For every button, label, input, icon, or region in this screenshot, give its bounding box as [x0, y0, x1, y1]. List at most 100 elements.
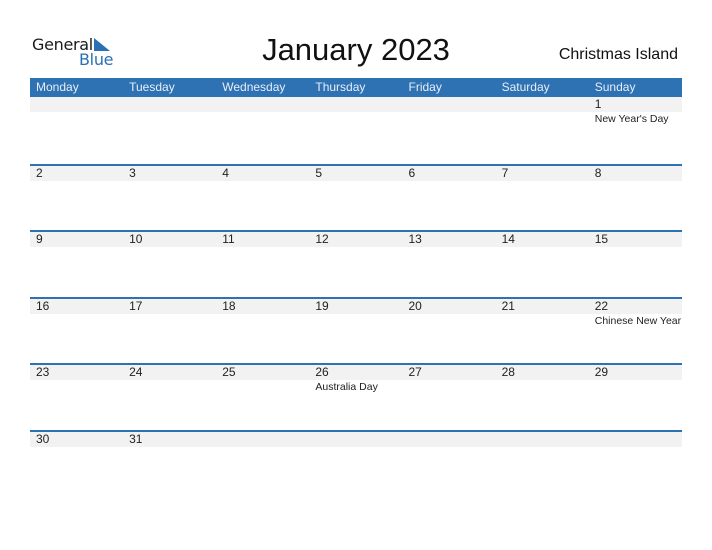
day-cell: 2 [30, 166, 123, 181]
day-number: 11 [222, 232, 235, 247]
day-number: 22 [594, 298, 609, 313]
day-number: 20 [408, 298, 422, 313]
holiday-label: New Year's Day [594, 113, 669, 125]
day-number: 1 [594, 97, 602, 111]
day-cell: 18 [216, 299, 309, 327]
day-cell: 29 [589, 365, 682, 393]
day-cell: 6 [403, 166, 496, 181]
day-number [409, 432, 496, 447]
holiday-label: Australia Day [315, 381, 378, 394]
day-cell: 16 [30, 299, 123, 327]
day-cell: 3 [123, 166, 216, 181]
day-cell: 14 [496, 232, 589, 247]
week-row: 2 3 4 5 6 7 8 [30, 163, 682, 231]
day-number [129, 97, 216, 112]
day-cell: 20 [403, 299, 496, 327]
day-cell: 19 [309, 299, 402, 327]
day-number: 27 [408, 365, 422, 380]
week-row: 23 24 25 26 Australia Day 27 28 29 [30, 363, 682, 430]
day-number [315, 97, 402, 112]
day-number: 10 [129, 232, 143, 247]
day-number: 4 [222, 165, 229, 180]
week-cells: 30 31 [30, 432, 682, 447]
day-cell: 15 [589, 232, 682, 247]
day-number: 3 [129, 165, 136, 180]
week-row: 16 17 18 19 20 21 22 Chinese New Year [30, 296, 682, 364]
weekday-friday: Friday [408, 80, 442, 94]
day-number [502, 432, 589, 447]
week-row: 1 New Year's Day [30, 97, 682, 164]
day-number: 8 [594, 165, 602, 180]
day-cell: 9 [30, 232, 123, 247]
country-label: Christmas Island [558, 46, 678, 63]
weekday-thursday: Thursday [315, 80, 366, 94]
day-number [222, 432, 309, 447]
day-cell [403, 432, 496, 447]
weekday-wednesday: Wednesday [222, 80, 286, 94]
day-number: 25 [222, 365, 236, 380]
day-cell: 30 [30, 432, 123, 447]
day-number: 18 [222, 298, 236, 313]
week-cells: 16 17 18 19 20 21 22 Chinese New Year [30, 299, 682, 327]
day-number: 9 [36, 232, 43, 247]
day-number: 24 [129, 365, 143, 380]
weekday-header: Monday Tuesday Wednesday Thursday Friday… [30, 78, 682, 97]
day-number: 23 [36, 365, 50, 380]
day-number: 19 [315, 298, 329, 313]
day-cell [589, 432, 682, 447]
day-cell [216, 97, 309, 125]
day-cell: 21 [496, 299, 589, 327]
day-cell: 26 Australia Day [309, 365, 402, 393]
week-row: 30 31 [30, 429, 682, 497]
day-number [315, 432, 402, 447]
week-cells: 1 New Year's Day [30, 97, 682, 125]
weekday-tuesday: Tuesday [129, 80, 175, 94]
day-number: 12 [315, 232, 329, 247]
day-cell: 11 [216, 232, 309, 247]
day-number: 17 [129, 298, 143, 313]
day-number: 5 [315, 165, 323, 180]
day-cell: 8 [589, 166, 682, 181]
day-number [222, 97, 309, 112]
day-number: 16 [36, 298, 50, 313]
day-cell [309, 97, 402, 125]
day-cell: 7 [496, 166, 589, 181]
day-cell: 24 [123, 365, 216, 393]
day-number: 14 [501, 232, 515, 247]
day-cell: 1 New Year's Day [589, 97, 682, 125]
day-cell [403, 97, 496, 125]
day-cell: 31 [123, 432, 216, 447]
day-number: 31 [129, 431, 143, 446]
day-cell: 12 [309, 232, 402, 247]
week-cells: 23 24 25 26 Australia Day 27 28 29 [30, 365, 682, 393]
day-number: 29 [594, 365, 609, 380]
day-cell: 4 [216, 166, 309, 181]
day-number [595, 432, 682, 447]
day-number: 28 [501, 365, 515, 380]
week-cells: 2 3 4 5 6 7 8 [30, 166, 682, 181]
day-cell [216, 432, 309, 447]
day-number [502, 97, 589, 112]
day-cell: 13 [403, 232, 496, 247]
day-cell: 28 [496, 365, 589, 393]
day-number: 6 [408, 165, 416, 180]
day-number: 26 [315, 365, 329, 380]
day-number: 15 [594, 232, 609, 247]
day-number: 2 [36, 165, 43, 180]
day-number: 13 [408, 232, 422, 247]
day-cell [309, 432, 402, 447]
day-cell [496, 97, 589, 125]
day-cell: 23 [30, 365, 123, 393]
day-cell: 25 [216, 365, 309, 393]
day-cell: 5 [309, 166, 402, 181]
weekday-monday: Monday [36, 80, 79, 94]
day-cell [123, 97, 216, 125]
day-number: 7 [501, 165, 509, 180]
calendar-grid: Monday Tuesday Wednesday Thursday Friday… [30, 78, 682, 497]
holiday-label: Chinese New Year [594, 314, 682, 327]
weekday-saturday: Saturday [501, 80, 550, 94]
weeks-container: 1 New Year's Day 2 3 4 5 6 7 8 9 10 11 12 13 14 15 16 17 1… [30, 97, 682, 497]
day-number: 21 [501, 298, 515, 313]
day-cell [30, 97, 123, 125]
day-cell: 27 [403, 365, 496, 393]
